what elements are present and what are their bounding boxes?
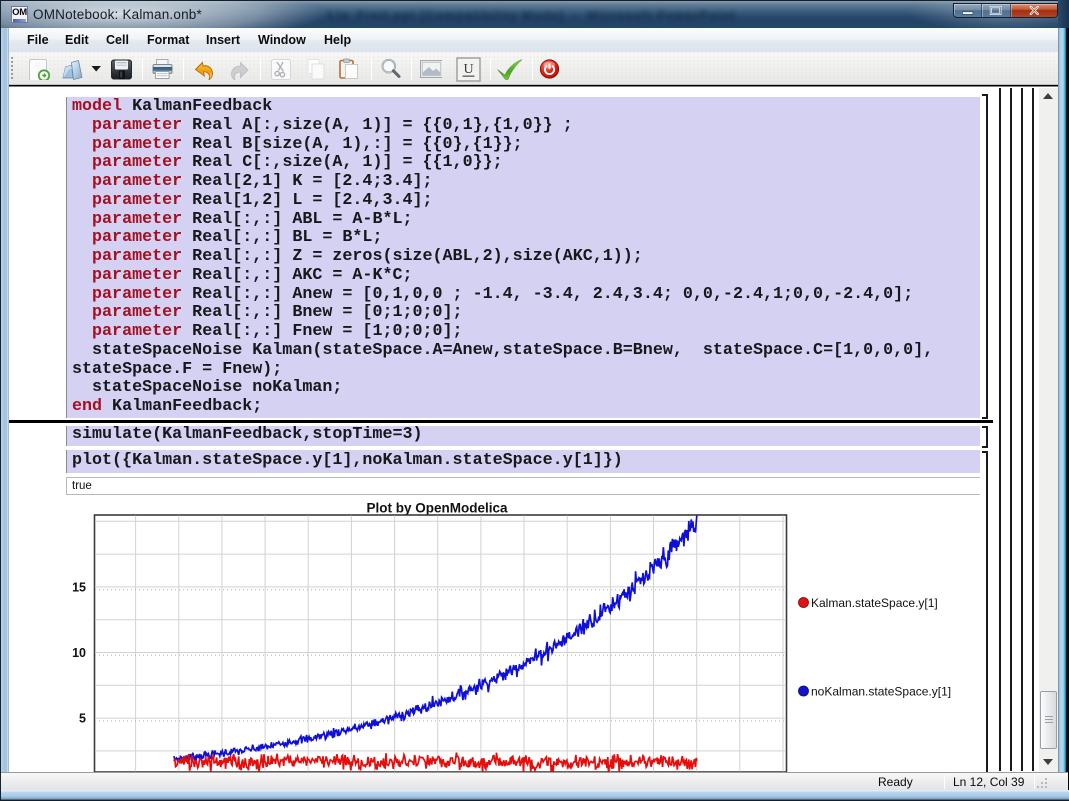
svg-text:5: 5 <box>79 712 86 726</box>
svg-text:U: U <box>463 62 473 77</box>
svg-text:noKalman.stateSpace.y[1]: noKalman.stateSpace.y[1] <box>811 685 951 699</box>
svg-text:10: 10 <box>72 646 86 660</box>
svg-text:15: 15 <box>72 581 86 595</box>
svg-text:Kalman.stateSpace.y[1]: Kalman.stateSpace.y[1] <box>811 596 938 610</box>
svg-text:Plot by OpenModelica: Plot by OpenModelica <box>366 501 508 516</box>
